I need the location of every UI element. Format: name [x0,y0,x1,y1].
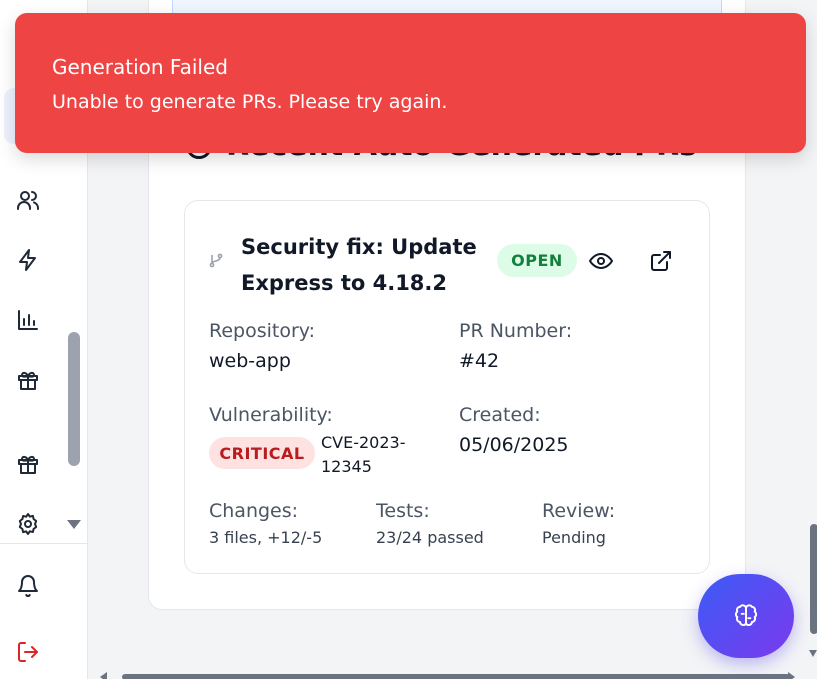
severity-badge: CRITICAL [209,437,315,469]
error-toast[interactable]: Generation Failed Unable to generate PRs… [15,13,806,153]
cve-id: CVE-2023-12345 [321,433,406,476]
sidebar-scroll-down-arrow[interactable] [67,520,81,529]
users-icon[interactable] [14,186,42,214]
repository-value: web-app [209,350,291,372]
tests-value: 23/24 passed [376,528,484,547]
brain-icon [734,604,758,626]
logout-icon[interactable] [14,638,42,666]
bell-icon[interactable] [14,572,42,600]
review-value: Pending [542,528,606,547]
pr-number-label: PR Number: [459,320,573,342]
changes-value: 3 files, +12/-5 [209,528,323,547]
gift-icon[interactable] [14,366,42,394]
external-link-icon[interactable] [647,247,675,275]
eye-icon[interactable] [587,247,615,275]
status-badge: OPEN [497,244,577,277]
gift-icon[interactable] [14,450,42,478]
pr-title: Security fix: Update Express to 4.18.2 [241,235,477,295]
sidebar-divider [0,543,88,544]
gear-icon[interactable] [14,510,42,538]
ai-assistant-button[interactable] [698,574,794,658]
page-scroll-down-arrow[interactable] [809,650,817,657]
h-scroll-left-arrow[interactable] [100,672,107,679]
tests-label: Tests: [376,500,430,522]
lightning-icon[interactable] [14,246,42,274]
git-branch-icon [208,252,224,268]
toast-message: Unable to generate PRs. Please try again… [52,91,448,113]
created-value: 05/06/2025 [459,434,569,456]
toast-title: Generation Failed [52,55,228,79]
review-label: Review: [542,500,616,522]
pr-number-value: #42 [459,350,500,372]
h-scroll-right-arrow[interactable] [788,672,795,679]
sidebar-scrollbar-thumb[interactable] [68,332,80,466]
page-scrollbar-thumb[interactable] [810,524,817,634]
repository-label: Repository: [209,320,316,342]
h-scrollbar-thumb[interactable] [122,674,790,679]
bar-chart-icon[interactable] [14,306,42,334]
changes-label: Changes: [209,500,299,522]
created-label: Created: [459,404,541,426]
vulnerability-label: Vulnerability: [209,404,333,426]
